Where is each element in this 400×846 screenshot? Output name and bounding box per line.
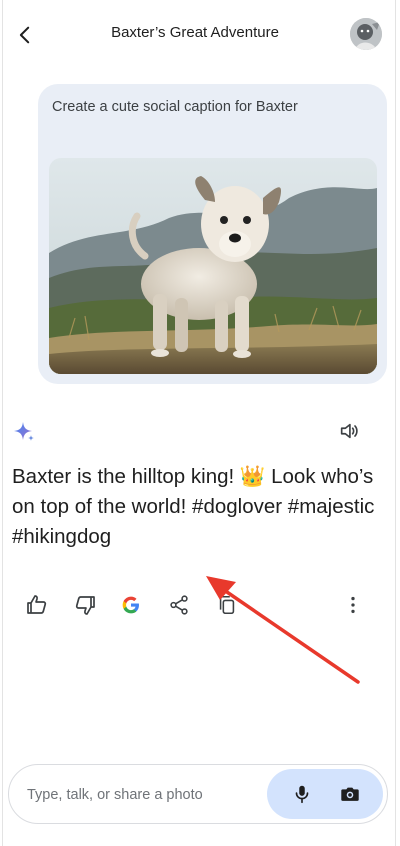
google-g-icon <box>122 596 139 614</box>
back-arrow-icon <box>19 26 30 44</box>
page-title: Baxter’s Great Adventure <box>111 24 279 41</box>
user-prompt-card: Create a cute social caption for Baxter <box>38 84 387 384</box>
thumbs-down-button[interactable] <box>70 590 100 620</box>
google-search-button[interactable] <box>116 590 146 620</box>
more-vertical-icon <box>351 596 355 614</box>
top-app-bar: Baxter’s Great Adventure <box>0 0 400 70</box>
dog-photo-image <box>49 158 377 374</box>
thumbs-down-icon <box>75 596 95 615</box>
speaker-button[interactable] <box>338 420 362 444</box>
thumbs-up-icon <box>27 595 47 614</box>
dog-photo[interactable] <box>49 158 377 374</box>
avatar[interactable] <box>350 18 382 50</box>
prompt-input[interactable] <box>25 779 269 811</box>
share-icon <box>170 595 188 615</box>
speaker-icon <box>340 423 358 439</box>
input-tools <box>267 769 383 819</box>
response-text: Baxter is the hilltop king! 👑 Look who’s… <box>12 465 375 548</box>
microphone-icon <box>295 785 309 804</box>
back-button[interactable] <box>12 22 38 48</box>
camera-icon <box>341 787 359 801</box>
camera-button[interactable] <box>337 781 363 807</box>
microphone-button[interactable] <box>289 781 315 807</box>
copy-icon <box>219 595 235 615</box>
response-actions <box>0 590 400 622</box>
more-options-button[interactable] <box>338 590 368 620</box>
prompt-text: Create a cute social caption for Baxter <box>52 99 298 115</box>
prompt-input-bar <box>8 764 388 824</box>
gemini-sparkle-icon <box>12 420 36 444</box>
profile-avatar-image <box>350 18 382 50</box>
copy-button[interactable] <box>212 590 242 620</box>
thumbs-up-button[interactable] <box>22 590 52 620</box>
share-button[interactable] <box>164 590 194 620</box>
